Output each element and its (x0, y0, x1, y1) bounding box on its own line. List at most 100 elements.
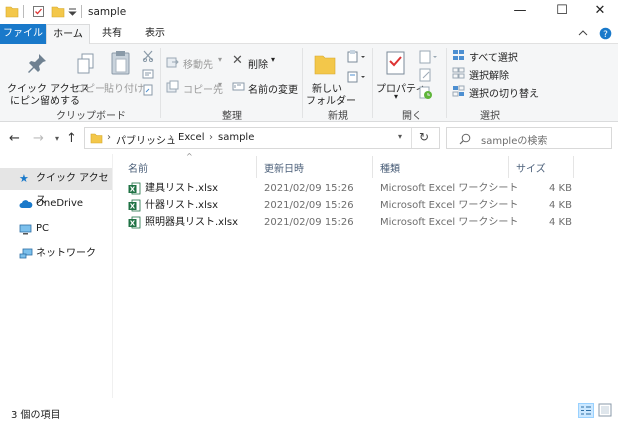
column-separator[interactable] (508, 156, 509, 178)
copy-button[interactable]: コピー (74, 46, 105, 104)
nav-item-network[interactable]: ネットワーク (0, 243, 112, 265)
cut-icon[interactable] (142, 50, 154, 62)
table-row[interactable]: X 建具リスト.xlsx 2021/02/09 15:26 Microsoft … (120, 180, 580, 197)
easy-access-icon[interactable] (347, 70, 367, 84)
copy-to-button[interactable]: コピー先 ▾ (166, 79, 226, 96)
invert-selection-label: 選択の切り替え (469, 89, 539, 100)
delete-label: 削除 (248, 60, 268, 71)
paste-button[interactable]: 貼り付け (104, 46, 144, 104)
computer-icon (19, 224, 32, 235)
properties-icon (386, 51, 405, 75)
nav-item-label: PC (36, 223, 50, 234)
maximize-button[interactable]: ☐ (542, 0, 582, 24)
file-modified: 2021/02/09 15:26 (264, 217, 354, 228)
minimize-button[interactable]: — (500, 0, 540, 24)
breadcrumb-separator-icon: › (209, 132, 213, 143)
address-dropdown-icon[interactable]: ▾ (398, 132, 402, 141)
svg-text:?: ? (603, 30, 608, 40)
breadcrumb-item-sample[interactable]: sample (218, 132, 254, 143)
ribbon-collapse-icon[interactable] (578, 29, 588, 37)
properties-quick-icon[interactable] (32, 5, 45, 18)
rename-button[interactable]: 名前の変更 (232, 79, 298, 96)
dropdown-arrow-icon: ▾ (218, 55, 223, 64)
ribbon: クイック アクセス にピン留めする コピー 貼り付け クリップボード 移動先 ▾… (0, 44, 618, 122)
column-header-size[interactable]: サイズ (516, 160, 546, 175)
open-icon[interactable] (419, 50, 439, 64)
search-placeholder: sampleの検索 (481, 136, 548, 147)
table-row[interactable]: X 照明器具リスト.xlsx 2021/02/09 15:26 Microsof… (120, 214, 580, 231)
star-icon: ★ (19, 172, 29, 185)
nav-item-pc[interactable]: PC (0, 218, 112, 240)
nav-item-quick-access[interactable]: ★ クイック アクセス (0, 168, 112, 206)
copy-to-label: コピー先 (183, 85, 223, 96)
back-arrow-icon[interactable]: ← (9, 131, 20, 146)
excel-file-icon: X (128, 216, 141, 229)
select-none-button[interactable]: 選択解除 (452, 66, 524, 82)
group-separator (446, 48, 447, 118)
history-icon[interactable] (419, 86, 433, 100)
search-input[interactable]: sampleの検索 (446, 127, 612, 149)
nav-item-onedrive[interactable]: OneDrive (0, 193, 112, 215)
sort-ascending-icon: ^ (186, 152, 193, 161)
column-separator[interactable] (372, 156, 373, 178)
file-name: 建具リスト.xlsx (145, 183, 219, 194)
select-none-label: 選択解除 (469, 71, 509, 82)
invert-selection-button[interactable]: 選択の切り替え (452, 84, 539, 100)
network-icon (19, 248, 33, 259)
delete-button[interactable]: ✕ 削除 ▾ (232, 53, 282, 71)
paste-shortcut-icon[interactable] (142, 84, 154, 96)
customize-qat-icon[interactable] (68, 8, 77, 16)
file-size: 4 KB (549, 217, 572, 228)
forward-arrow-icon[interactable]: → (33, 131, 44, 146)
close-button[interactable]: ✕ (580, 0, 618, 24)
clipboard-group-label: クリップボード (56, 111, 126, 122)
refresh-icon[interactable]: ↻ (419, 130, 429, 144)
breadcrumb-separator-icon: › (169, 132, 173, 143)
properties-label: プロパティ (376, 84, 426, 95)
move-to-button[interactable]: 移動先 ▾ (166, 54, 226, 71)
column-header-modified[interactable]: 更新日時 (264, 160, 304, 175)
edit-icon[interactable] (419, 68, 433, 82)
copy-label: コピー (75, 84, 105, 95)
new-folder-button[interactable]: 新しい フォルダー (304, 46, 356, 107)
select-group-label: 選択 (480, 111, 500, 122)
column-separator[interactable] (256, 156, 257, 178)
tab-share[interactable]: 共有 (93, 24, 131, 44)
column-header-name[interactable]: 名前 (128, 160, 148, 175)
file-modified: 2021/02/09 15:26 (264, 183, 354, 194)
pane-divider[interactable] (112, 154, 113, 398)
select-all-button[interactable]: すべて選択 (452, 48, 524, 64)
select-none-icon (452, 67, 465, 79)
up-arrow-icon[interactable]: ↑ (66, 131, 77, 146)
tab-view[interactable]: 表示 (136, 24, 174, 44)
breadcrumb-item-excel[interactable]: Excel (178, 132, 205, 143)
recent-locations-icon[interactable]: ▾ (55, 134, 59, 143)
copy-icon (77, 53, 94, 74)
item-count: 3 個の項目 (11, 410, 61, 421)
address-bar[interactable]: › パブリッシュ › Excel › sample ▾ ↻ (84, 127, 440, 149)
folder-icon (5, 6, 19, 18)
details-view-icon[interactable] (578, 403, 594, 418)
svg-text:X: X (130, 203, 136, 211)
new-folder-quick-icon[interactable] (51, 5, 65, 18)
help-icon[interactable]: ? (599, 27, 612, 40)
tab-file[interactable]: ファイル (0, 24, 46, 44)
excel-file-icon: X (128, 199, 141, 212)
dropdown-arrow-icon: ▾ (218, 80, 223, 89)
status-bar: 3 個の項目 (0, 398, 618, 422)
column-separator[interactable] (573, 156, 574, 178)
address-separator (411, 128, 412, 148)
pin-quick-access-button[interactable]: クイック アクセス にピン留めする (4, 46, 90, 107)
new-item-icon[interactable] (347, 50, 367, 64)
large-icons-view-icon[interactable] (598, 403, 612, 417)
new-group-label: 新規 (328, 111, 348, 122)
table-row[interactable]: X 什器リスト.xlsx 2021/02/09 15:26 Microsoft … (120, 197, 580, 214)
paste-icon (111, 51, 130, 75)
move-to-icon (166, 57, 179, 68)
properties-button[interactable]: プロパティ ▾ (374, 46, 425, 104)
column-header-type[interactable]: 種類 (380, 160, 400, 175)
group-separator (372, 48, 373, 118)
breadcrumb-item-publish[interactable]: パブリッシュ (116, 132, 176, 147)
tab-home[interactable]: ホーム (46, 24, 90, 45)
copy-path-icon[interactable] (142, 68, 154, 80)
